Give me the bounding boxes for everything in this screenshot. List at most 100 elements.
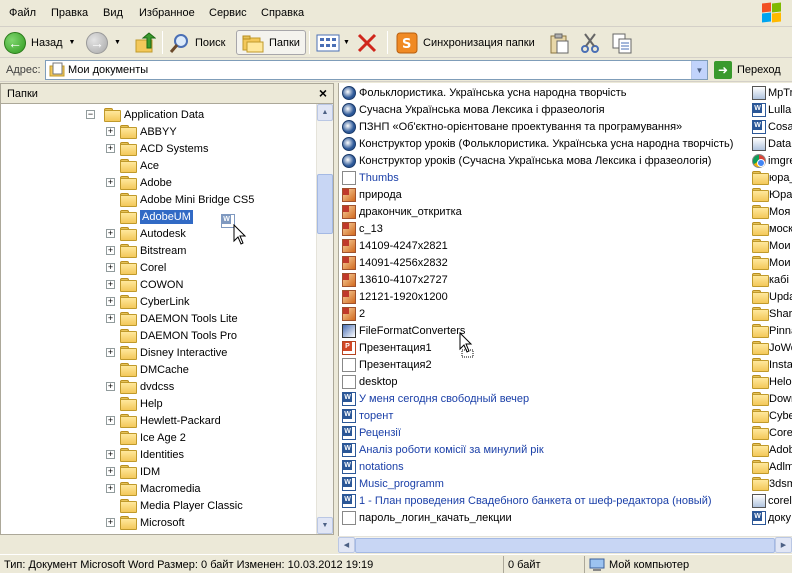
file-item[interactable]: дракончик_откритка xyxy=(342,203,462,220)
search-button[interactable]: Поиск xyxy=(168,30,225,55)
expand-icon[interactable]: + xyxy=(106,382,115,391)
tree-item[interactable]: Help xyxy=(120,395,163,412)
file-item[interactable]: Аналіз роботи комісії за минулий рік xyxy=(342,441,544,458)
file-item[interactable]: Конструктор уроків (Фольклористика. Укра… xyxy=(342,135,733,152)
tree-item[interactable]: DMCache xyxy=(120,361,189,378)
up-folder-button[interactable] xyxy=(134,30,156,55)
folders-button[interactable]: Папки xyxy=(236,30,306,55)
tree-item[interactable]: + CyberLink xyxy=(106,293,190,310)
tree-item[interactable]: + dvdcss xyxy=(106,378,174,395)
file-item[interactable]: ПЗНП «Об'єктно-орієнтоване проектування … xyxy=(342,118,682,135)
file-item[interactable]: Презентация2 xyxy=(342,356,432,373)
move-to-button[interactable] xyxy=(548,30,570,55)
expand-icon[interactable]: + xyxy=(106,348,115,357)
go-button[interactable]: ➜ Переход xyxy=(714,61,781,79)
tree-item[interactable]: + Disney Interactive xyxy=(106,344,227,361)
file-item[interactable]: FileFormatConverters xyxy=(342,322,465,339)
scroll-down-icon[interactable]: ▼ xyxy=(317,517,333,534)
file-item[interactable]: Music_programm xyxy=(342,475,444,492)
file-item[interactable]: Thumbs xyxy=(342,169,399,186)
file-item[interactable]: моск xyxy=(752,220,792,237)
views-dropdown-icon[interactable]: ▼ xyxy=(343,39,350,46)
file-item[interactable]: Мои xyxy=(752,254,791,271)
hscroll-thumb[interactable] xyxy=(355,538,775,553)
file-item[interactable]: Pinna xyxy=(752,322,792,339)
expand-icon[interactable]: + xyxy=(106,297,115,306)
address-dropdown-icon[interactable]: ▼ xyxy=(691,61,707,79)
file-item[interactable]: 1 - План проведения Свадебного банкета о… xyxy=(342,492,712,509)
collapse-icon[interactable]: − xyxy=(86,110,95,119)
file-item[interactable]: Insta xyxy=(752,356,792,373)
file-item[interactable]: 3dsm xyxy=(752,475,792,492)
file-item[interactable]: доку xyxy=(752,509,791,526)
back-dropdown-icon[interactable]: ▼ xyxy=(69,39,76,46)
file-item[interactable]: торент xyxy=(342,407,393,424)
file-item[interactable]: desktop xyxy=(342,373,398,390)
file-item[interactable]: 14109-4247x2821 xyxy=(342,237,448,254)
file-item[interactable]: Adlm xyxy=(752,458,792,475)
tree-item[interactable]: Ice Age 2 xyxy=(120,429,186,446)
file-item[interactable]: пароль_логин_качать_лекции xyxy=(342,509,512,526)
file-item[interactable]: 12121-1920x1200 xyxy=(342,288,448,305)
forward-button[interactable]: → ▼ xyxy=(86,30,121,55)
file-item[interactable]: Adob xyxy=(752,441,792,458)
file-item[interactable]: Core xyxy=(752,424,792,441)
scroll-left-icon[interactable]: ◀ xyxy=(338,537,355,553)
tree-item[interactable]: + COWON xyxy=(106,276,183,293)
tree-item[interactable]: + Autodesk xyxy=(106,225,186,242)
tree-item[interactable]: + ABBYY xyxy=(106,123,177,140)
tree-item[interactable]: AdobeUM xyxy=(120,208,193,225)
file-item[interactable]: imgre xyxy=(752,152,792,169)
tree-item[interactable]: + Bitstream xyxy=(106,242,186,259)
tree-item[interactable]: Media Player Classic xyxy=(120,497,243,514)
expand-icon[interactable]: + xyxy=(106,416,115,425)
folder-scrollbar[interactable]: ▲ ▼ xyxy=(316,104,333,534)
cut-button[interactable] xyxy=(579,30,601,55)
file-item[interactable]: corel xyxy=(752,492,792,509)
file-item[interactable]: Lullab xyxy=(752,101,792,118)
menu-favorites[interactable]: Избранное xyxy=(139,7,195,19)
tree-item[interactable]: Ace xyxy=(120,157,159,174)
menu-file[interactable]: Файл xyxy=(9,7,36,19)
tree-item[interactable]: + ACD Systems xyxy=(106,140,208,157)
file-item[interactable]: Cybe xyxy=(752,407,792,424)
tree-item[interactable]: Adobe Mini Bridge CS5 xyxy=(120,191,254,208)
scroll-up-icon[interactable]: ▲ xyxy=(317,104,333,121)
file-item[interactable]: Cosa xyxy=(752,118,792,135)
file-item[interactable]: Юра xyxy=(752,186,792,203)
file-item[interactable]: 2 xyxy=(342,305,365,322)
expand-icon[interactable]: + xyxy=(106,229,115,238)
file-item[interactable]: природа xyxy=(342,186,402,203)
file-item[interactable]: Фольклористика. Українська усна народна … xyxy=(342,84,627,101)
tree-item[interactable]: + Microsoft xyxy=(106,514,185,531)
file-item[interactable]: JoWo xyxy=(752,339,792,356)
tree-item[interactable]: + Adobe xyxy=(106,174,172,191)
delete-button[interactable] xyxy=(356,30,378,55)
expand-icon[interactable]: + xyxy=(106,178,115,187)
back-button[interactable]: ← Назад ▼ xyxy=(4,30,75,55)
tree-item[interactable]: + Hewlett-Packard xyxy=(106,412,221,429)
file-item[interactable]: 14091-4256x2832 xyxy=(342,254,448,271)
file-item[interactable]: Презентация1 xyxy=(342,339,432,356)
expand-icon[interactable]: + xyxy=(106,280,115,289)
file-item[interactable]: MpTr xyxy=(752,84,792,101)
expand-icon[interactable]: + xyxy=(106,518,115,527)
file-horizontal-scrollbar[interactable]: ◀ ▶ xyxy=(338,536,792,553)
file-item[interactable]: Dowr xyxy=(752,390,792,407)
expand-icon[interactable]: + xyxy=(106,144,115,153)
expand-icon[interactable]: + xyxy=(106,246,115,255)
file-item[interactable]: Сучасна Українська мова Лексика і фразео… xyxy=(342,101,605,118)
views-button[interactable]: ▼ xyxy=(316,30,350,55)
menu-view[interactable]: Вид xyxy=(103,7,123,19)
file-item[interactable]: юра_ xyxy=(752,169,792,186)
file-item[interactable]: кабі xyxy=(752,271,789,288)
file-item[interactable]: c_13 xyxy=(342,220,383,237)
address-input[interactable]: Мои документы ▼ xyxy=(45,60,708,80)
close-pane-icon[interactable]: × xyxy=(319,85,327,101)
expand-icon[interactable]: + xyxy=(106,314,115,323)
scroll-right-icon[interactable]: ▶ xyxy=(775,537,792,553)
tree-item[interactable]: + Corel xyxy=(106,259,166,276)
file-item[interactable]: Моя xyxy=(752,203,790,220)
file-item[interactable]: Рецензії xyxy=(342,424,401,441)
file-item[interactable]: Конструктор уроків (Сучасна Українська м… xyxy=(342,152,711,169)
